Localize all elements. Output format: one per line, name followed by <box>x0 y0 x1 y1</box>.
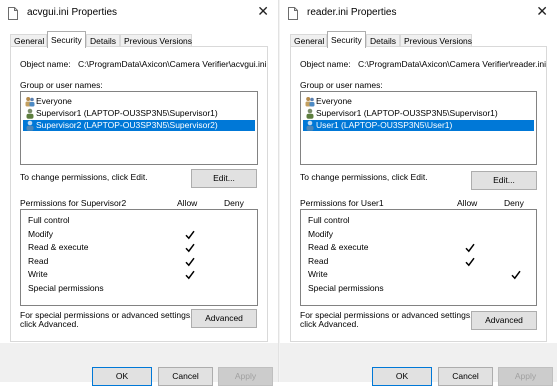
close-icon[interactable]: ✕ <box>536 3 548 21</box>
user-row-everyone[interactable]: Everyone <box>303 96 534 107</box>
object-name-value: C:\ProgramData\Axicon\Camera Verifier\ac… <box>78 59 267 69</box>
permission-row: Full control <box>28 215 70 225</box>
permission-row: Read & execute <box>308 242 369 252</box>
permission-row: Modify <box>308 228 334 239</box>
click-advanced-text: click Advanced. <box>20 319 79 329</box>
apply-button: Apply <box>498 367 553 386</box>
object-name-value: C:\ProgramData\Axicon\Camera Verifier\re… <box>358 59 547 69</box>
user-name: Everyone <box>316 96 352 106</box>
edit-button[interactable]: Edit... <box>471 171 537 190</box>
user-name: Supervisor1 (LAPTOP-OU3SP3N5\Supervisor1… <box>316 108 498 118</box>
permission-row: Read <box>28 255 49 266</box>
change-permissions-text: To change permissions, click Edit. <box>20 172 148 182</box>
group-label: Group or user names: <box>20 80 103 90</box>
permissions-list[interactable]: Full control Modify Read & execute Read Writ… <box>300 209 537 306</box>
user-icon <box>306 120 314 131</box>
group-label: Group or user names: <box>300 80 383 90</box>
group-icon <box>305 97 315 107</box>
allow-column-header: Allow <box>457 198 478 208</box>
permission-row: Full control <box>308 215 350 225</box>
permission-row: Write <box>28 269 48 279</box>
deny-column-header: Deny <box>504 198 524 208</box>
dialog-footer: OK Cancel Apply <box>0 343 278 386</box>
allow-checkmark-icon <box>185 243 195 253</box>
cancel-button[interactable]: Cancel <box>158 367 213 386</box>
allow-checkmark-icon <box>185 270 195 280</box>
user-name: Supervisor1 (LAPTOP-OU3SP3N5\Supervisor1… <box>36 108 218 118</box>
user-row-everyone[interactable]: Everyone <box>23 96 255 107</box>
object-name-label: Object name: <box>300 59 351 69</box>
permission-row: Read & execute <box>28 242 89 252</box>
object-name-label: Object name: <box>20 59 71 69</box>
cancel-button[interactable]: Cancel <box>438 367 493 386</box>
user-row-supervisor2[interactable]: Supervisor2 (LAPTOP-OU3SP3N5\Supervisor2… <box>23 120 255 131</box>
allow-column-header: Allow <box>177 198 198 208</box>
permissions-list[interactable]: Full control Modify Read & execute Read Writ… <box>20 209 258 306</box>
title-bar: reader.ini Properties ✕ <box>280 0 557 26</box>
dialog-title: acvgui.ini Properties <box>27 7 118 18</box>
deny-column-header: Deny <box>224 198 244 208</box>
click-advanced-text: click Advanced. <box>300 319 359 329</box>
permission-row: Modify <box>28 228 54 239</box>
permission-row: Read <box>308 255 329 266</box>
deny-checkmark-icon <box>511 270 521 280</box>
ok-button[interactable]: OK <box>372 367 432 386</box>
file-icon <box>8 7 18 20</box>
permissions-for-label: Permissions for Supervisor2 <box>20 198 127 208</box>
permission-row: Special permissions <box>28 282 104 293</box>
permission-row: Write <box>308 269 328 279</box>
tab-security[interactable]: Security <box>327 31 366 48</box>
security-panel: Object name: C:\ProgramData\Axicon\Camer… <box>290 46 547 342</box>
properties-dialog-acvgui: acvgui.ini Properties ✕ General Security… <box>0 0 278 386</box>
advanced-button[interactable]: Advanced <box>471 311 537 330</box>
allow-checkmark-icon <box>465 257 475 266</box>
user-row-supervisor1[interactable]: Supervisor1 (LAPTOP-OU3SP3N5\Supervisor1… <box>23 108 255 119</box>
user-icon <box>26 120 34 131</box>
user-name: Supervisor2 (LAPTOP-OU3SP3N5\Supervisor2… <box>36 120 218 130</box>
permissions-for-label: Permissions for User1 <box>300 198 384 208</box>
user-row-supervisor1[interactable]: Supervisor1 (LAPTOP-OU3SP3N5\Supervisor1… <box>303 108 534 119</box>
user-listbox[interactable]: Everyone Supervisor1 (LAPTOP-OU3SP3N5\Su… <box>300 91 537 165</box>
properties-dialog-reader: reader.ini Properties ✕ General Security… <box>280 0 557 386</box>
user-name: Everyone <box>36 96 72 106</box>
group-icon <box>25 97 35 107</box>
user-row-user1[interactable]: User1 (LAPTOP-OU3SP3N5\User1) <box>303 120 534 131</box>
permission-row: Special permissions <box>308 282 384 293</box>
close-icon[interactable]: ✕ <box>257 3 269 21</box>
title-bar: acvgui.ini Properties ✕ <box>0 0 278 26</box>
advanced-button[interactable]: Advanced <box>191 309 257 328</box>
allow-checkmark-icon <box>185 230 195 239</box>
edit-button[interactable]: Edit... <box>191 169 257 188</box>
security-panel: Object name: C:\ProgramData\Axicon\Camer… <box>10 46 268 342</box>
file-icon <box>288 7 298 20</box>
user-icon <box>306 108 314 119</box>
user-icon <box>26 108 34 119</box>
user-name: User1 (LAPTOP-OU3SP3N5\User1) <box>316 120 453 130</box>
dialog-footer: OK Cancel Apply <box>280 343 557 386</box>
tab-security[interactable]: Security <box>47 31 86 48</box>
allow-checkmark-icon <box>185 257 195 266</box>
ok-button[interactable]: OK <box>92 367 152 386</box>
dialog-title: reader.ini Properties <box>307 7 397 18</box>
allow-checkmark-icon <box>465 243 475 253</box>
apply-button: Apply <box>218 367 273 386</box>
change-permissions-text: To change permissions, click Edit. <box>300 172 428 182</box>
user-listbox[interactable]: Everyone Supervisor1 (LAPTOP-OU3SP3N5\Su… <box>20 91 258 165</box>
